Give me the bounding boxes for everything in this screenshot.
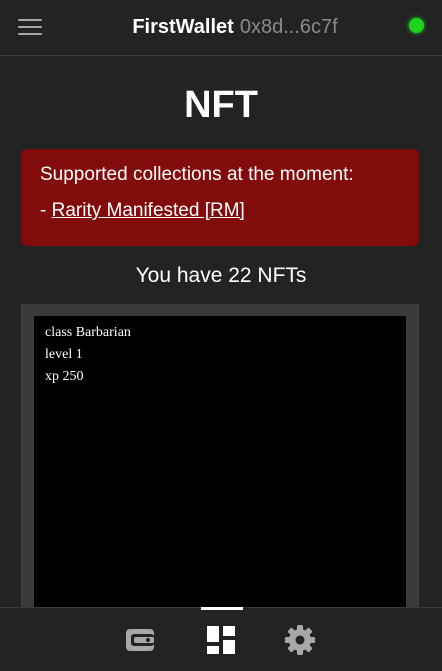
page-title: NFT — [184, 84, 258, 126]
notice-prefix: - — [40, 200, 52, 221]
nft-attribute-class: class Barbarian — [45, 325, 131, 340]
notice-text: Supported collections at the moment: — [40, 164, 354, 185]
supported-collections-notice: Supported collections at the moment: - R… — [21, 149, 419, 246]
wallet-icon — [126, 629, 154, 651]
bottom-navigation — [0, 607, 442, 671]
wallet-address[interactable]: 0x8d...6c7f — [240, 16, 338, 38]
app-name: FirstWallet — [132, 16, 234, 38]
app-header: FirstWallet 0x8d...6c7f — [0, 0, 442, 56]
nav-wallet-button[interactable] — [118, 608, 162, 671]
connection-status-indicator — [409, 18, 424, 33]
nav-settings-button[interactable] — [278, 608, 322, 671]
nft-attribute-xp: xp 250 — [45, 369, 84, 384]
nft-card[interactable]: class Barbarian level 1 xp 250 — [21, 304, 419, 608]
gear-icon — [285, 625, 315, 655]
nft-image: class Barbarian level 1 xp 250 — [34, 316, 406, 608]
nft-grid-icon — [207, 626, 235, 654]
nft-count: You have 22 NFTs — [135, 264, 307, 287]
nft-attribute-level: level 1 — [45, 347, 83, 362]
wallet-title: FirstWallet 0x8d...6c7f — [0, 14, 442, 40]
nav-nft-button[interactable] — [199, 608, 243, 671]
rarity-manifested-link[interactable]: Rarity Manifested [RM] — [52, 200, 245, 221]
notice-collection-line: - Rarity Manifested [RM] — [40, 199, 400, 223]
